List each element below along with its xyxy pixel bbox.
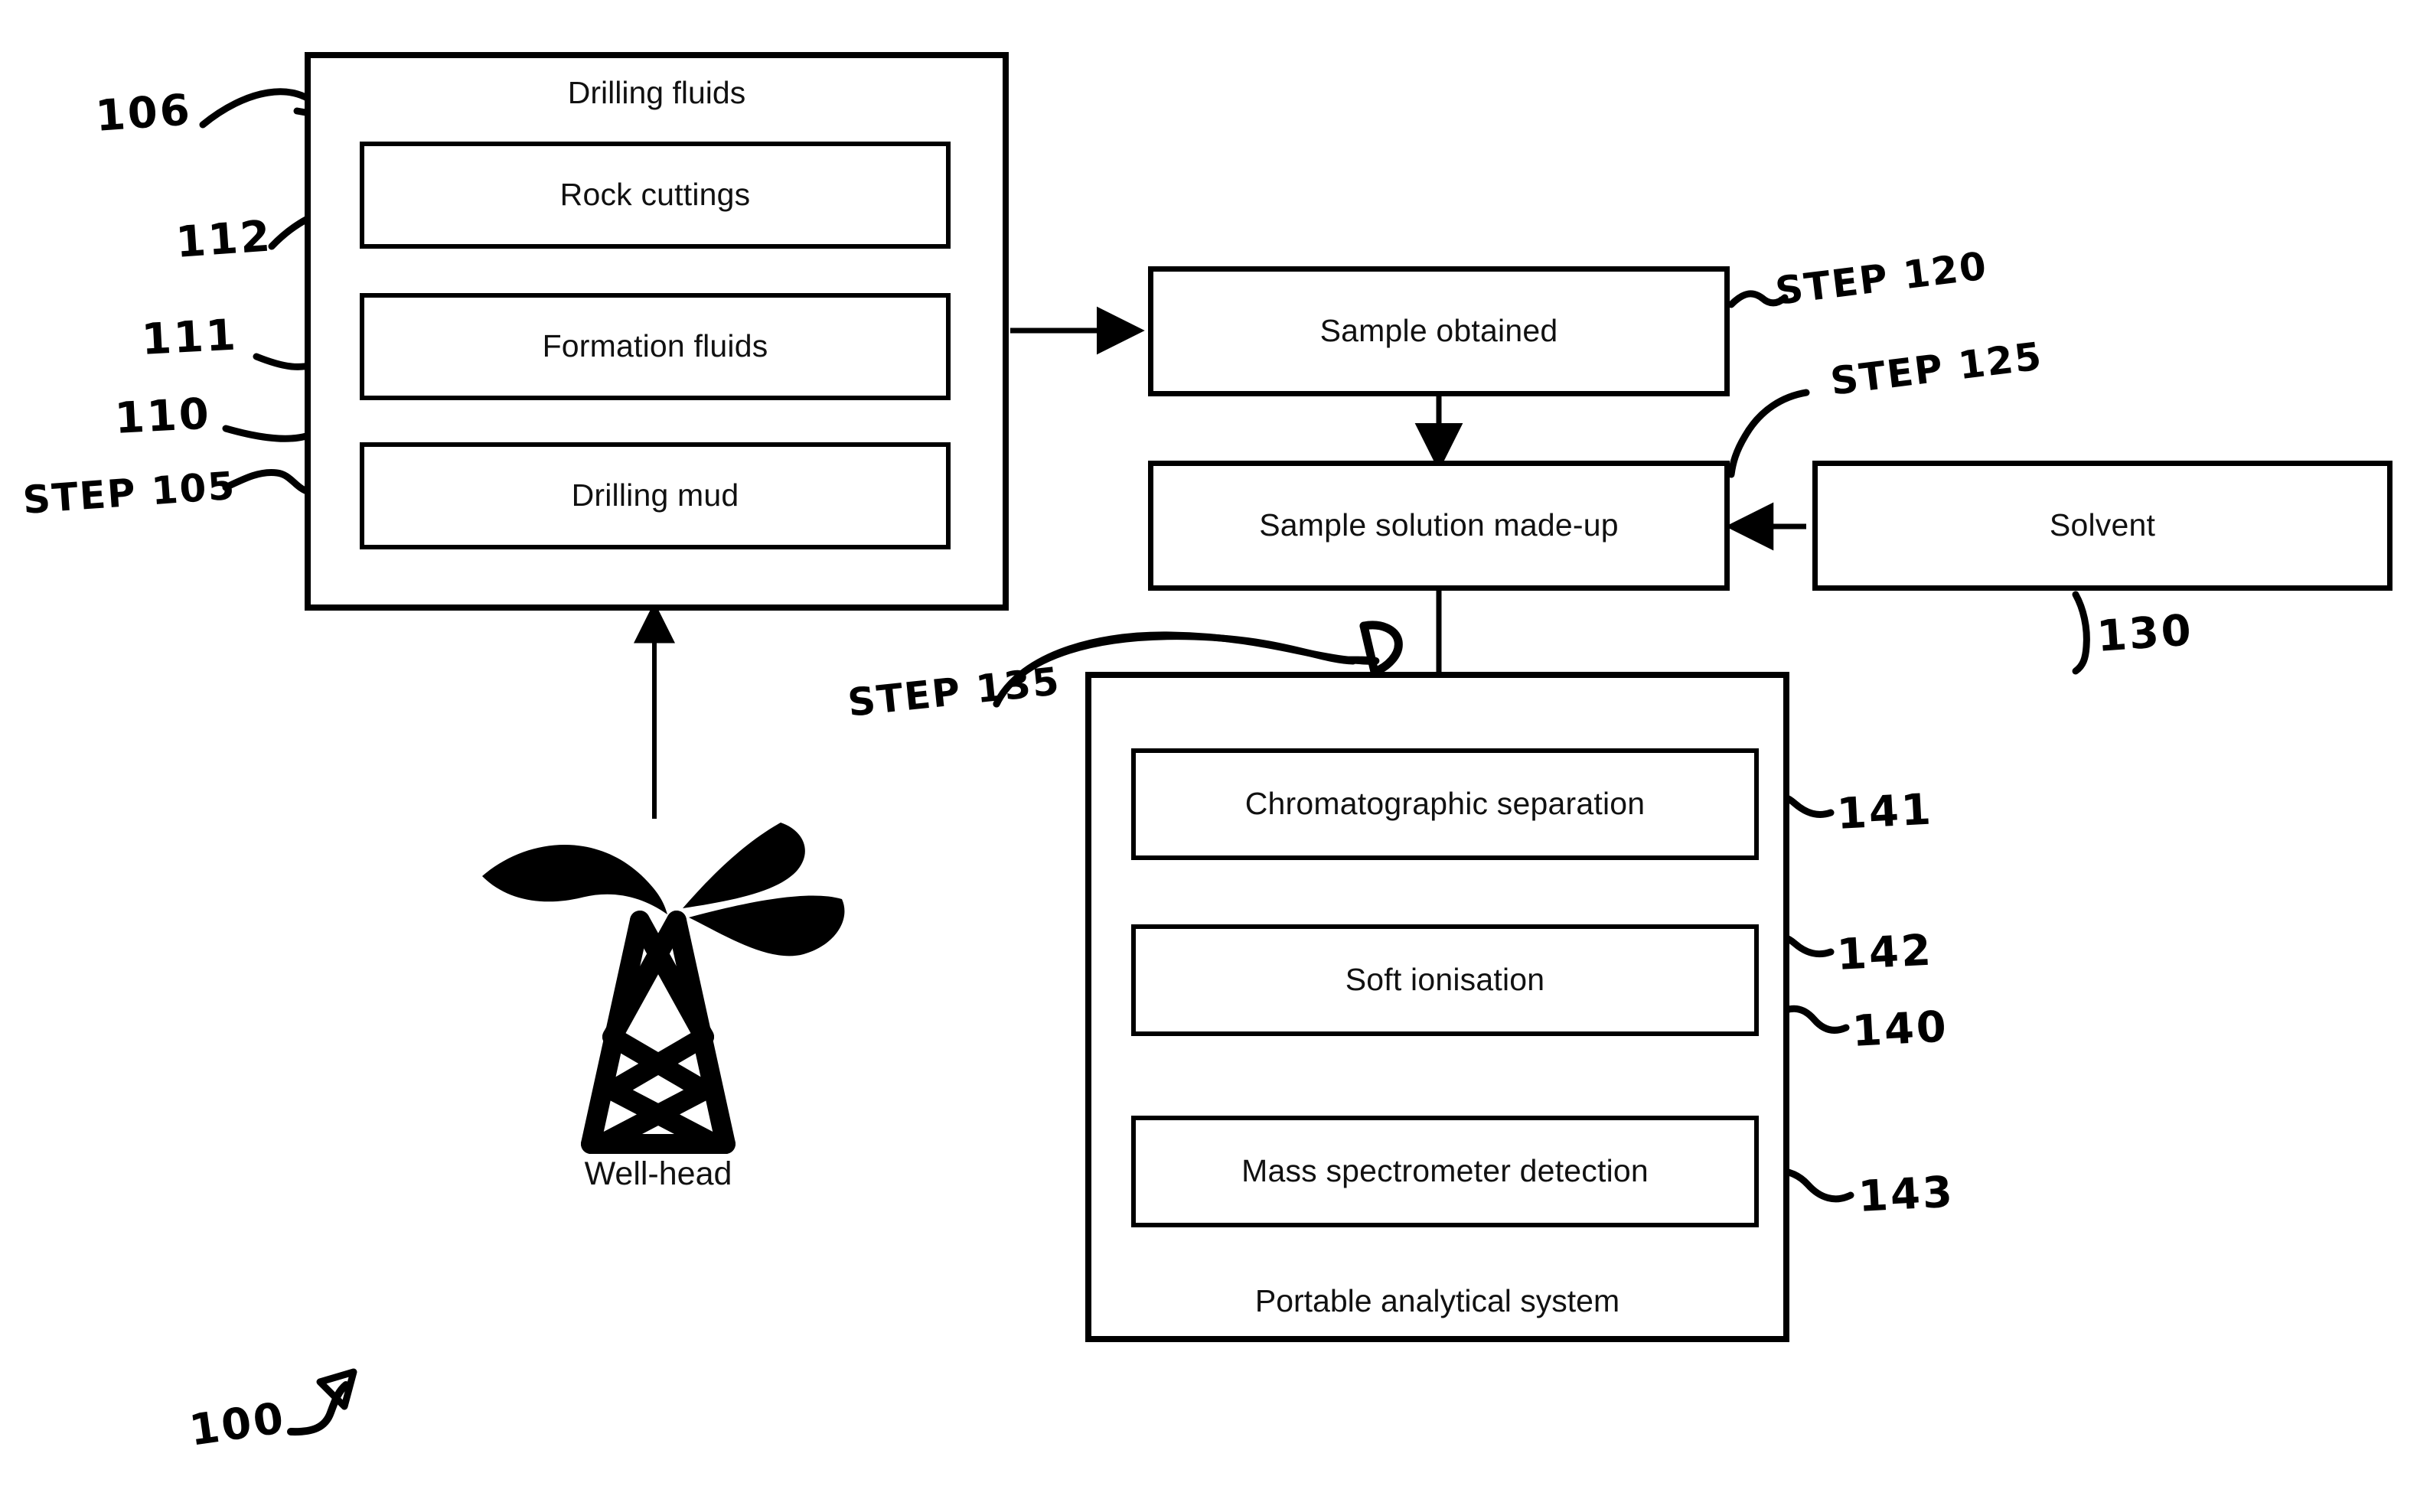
ref-step-105: STEP 105 xyxy=(21,463,238,523)
ref-130: 130 xyxy=(2095,605,2195,662)
drilling-mud-label: Drilling mud xyxy=(571,477,739,513)
formation-fluids-label: Formation fluids xyxy=(542,328,768,364)
ref-141: 141 xyxy=(1835,784,1935,839)
patent-figure-canvas: Drilling fluids Rock cuttings Formation … xyxy=(0,0,2430,1512)
rock-cuttings-box: Rock cuttings xyxy=(360,142,951,249)
solvent-label: Solvent xyxy=(2049,507,2156,543)
ref-142: 142 xyxy=(1835,925,1935,980)
ref-140: 140 xyxy=(1851,1002,1950,1057)
drilling-mud-box: Drilling mud xyxy=(360,442,951,549)
ref-106: 106 xyxy=(93,85,194,142)
ref-step-120: STEP 120 xyxy=(1773,243,1991,314)
leader-step-125 xyxy=(1727,389,1810,478)
solvent-box: Solvent xyxy=(1812,461,2392,591)
pointer-d-analytical xyxy=(1359,621,1403,676)
soft-ionisation-box: Soft ionisation xyxy=(1131,924,1759,1036)
ref-100: 100 xyxy=(186,1393,289,1456)
chromatographic-separation-label: Chromatographic separation xyxy=(1244,786,1646,822)
leader-100 xyxy=(287,1381,350,1436)
ref-112: 112 xyxy=(174,211,274,268)
leader-130 xyxy=(2072,591,2090,675)
analytical-system-title: Portable analytical system xyxy=(1254,1283,1620,1318)
rock-cuttings-label: Rock cuttings xyxy=(559,177,751,213)
ref-110: 110 xyxy=(113,389,213,444)
ref-step-135: STEP 135 xyxy=(845,659,1063,725)
mass-spectrometer-label: Mass spectrometer detection xyxy=(1241,1153,1649,1189)
sample-solution-label: Sample solution made-up xyxy=(1259,507,1619,543)
arrowhead-100 xyxy=(316,1368,357,1410)
oil-derrick-icon xyxy=(482,823,845,1154)
sample-obtained-box: Sample obtained xyxy=(1148,266,1730,396)
chromatographic-separation-box: Chromatographic separation xyxy=(1131,748,1759,860)
wellhead-caption: Well-head xyxy=(584,1155,732,1192)
sample-obtained-label: Sample obtained xyxy=(1319,313,1558,349)
sample-solution-box: Sample solution made-up xyxy=(1148,461,1730,591)
mass-spectrometer-box: Mass spectrometer detection xyxy=(1131,1116,1759,1227)
soft-ionisation-label: Soft ionisation xyxy=(1345,962,1545,998)
ref-step-125: STEP 125 xyxy=(1828,334,2046,404)
formation-fluids-box: Formation fluids xyxy=(360,293,951,400)
wellhead-graphic: Well-head xyxy=(459,807,857,1192)
drilling-fluids-title: Drilling fluids xyxy=(567,75,746,110)
ref-111: 111 xyxy=(140,310,240,365)
ref-143: 143 xyxy=(1857,1167,1956,1222)
